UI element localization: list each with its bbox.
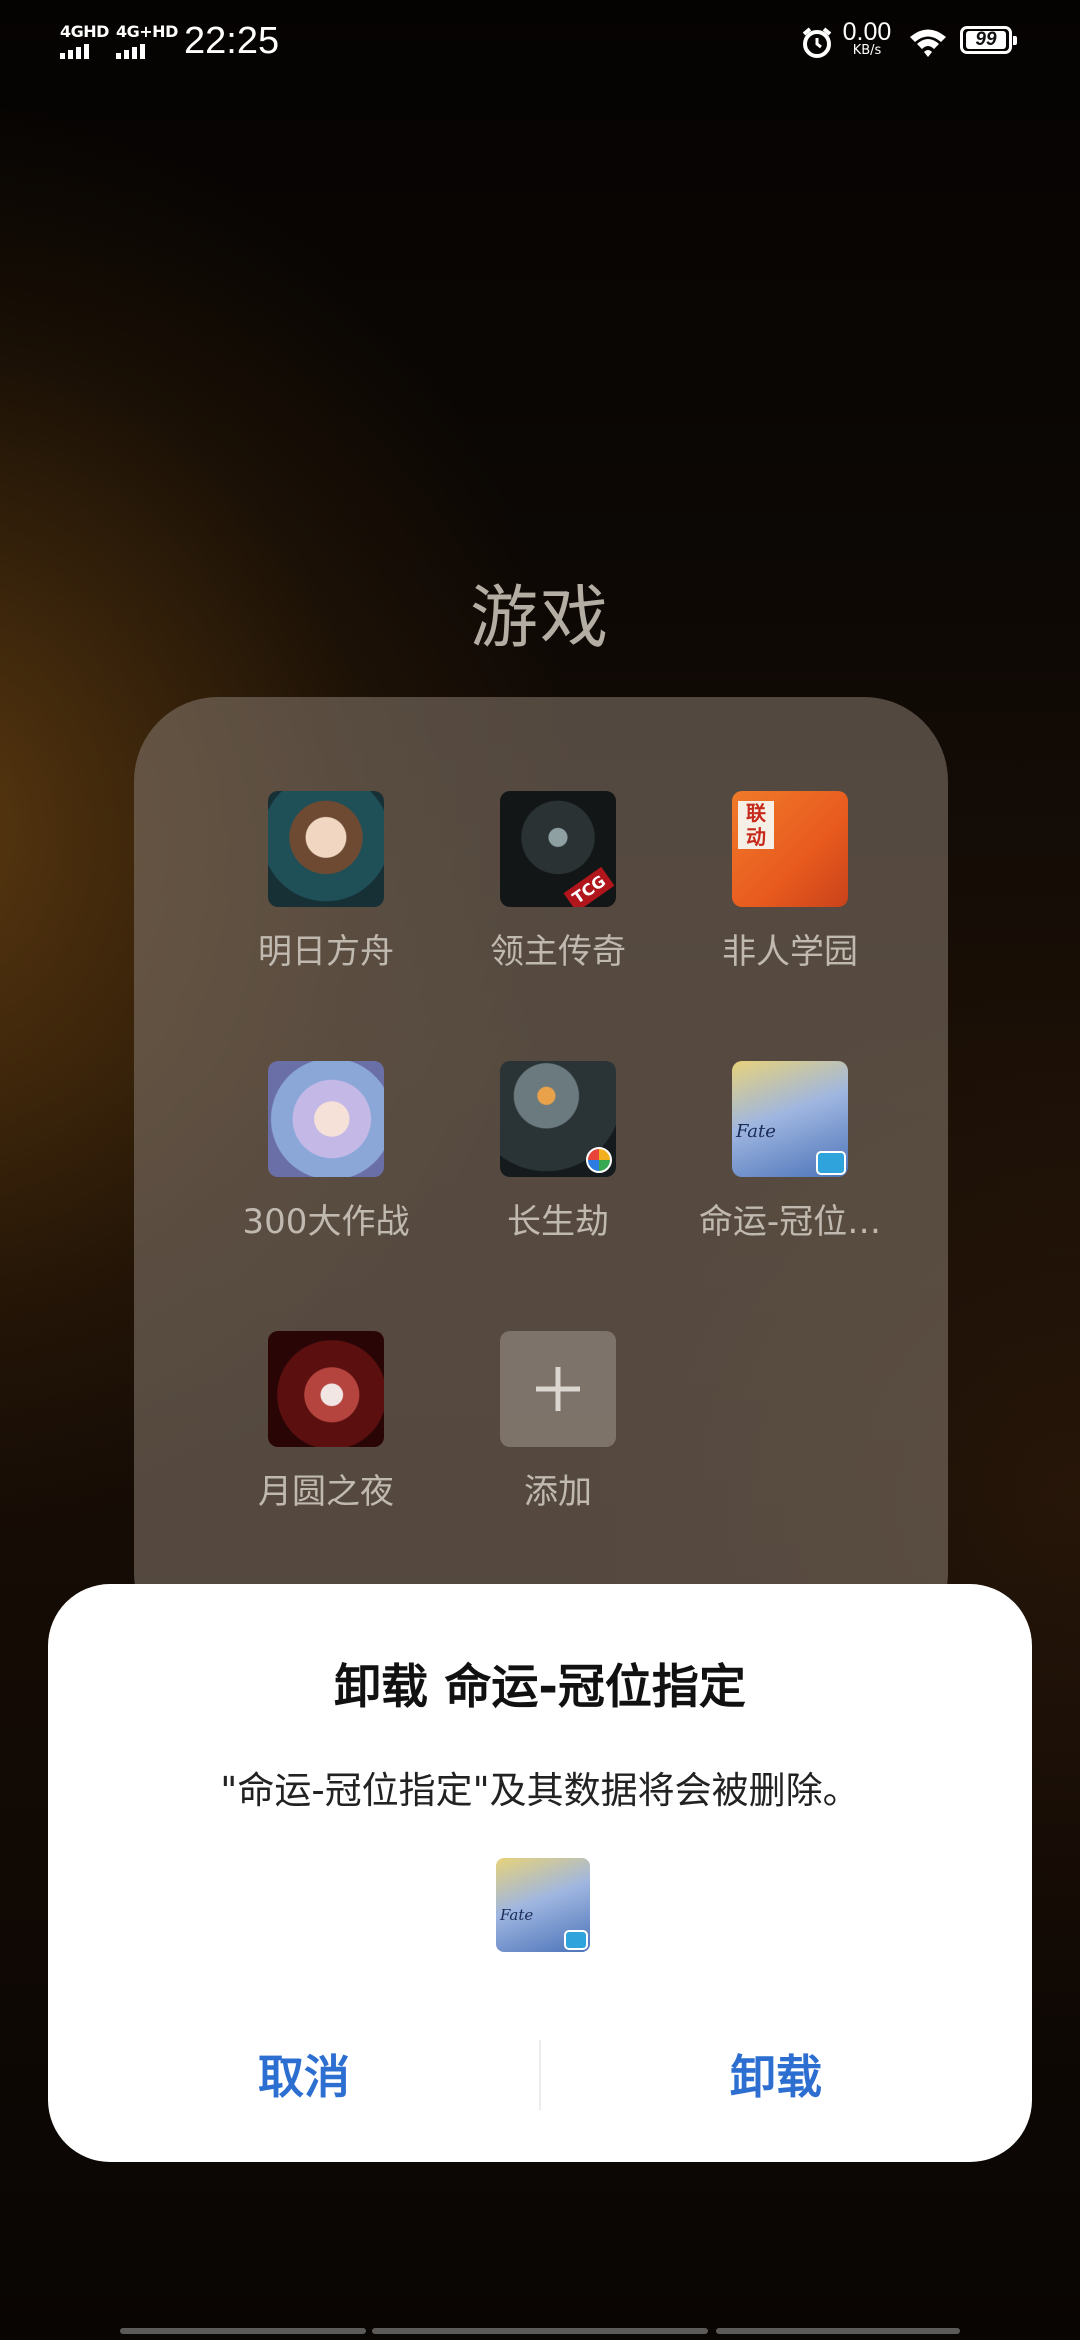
dialog-message: "命运-冠位指定"及其数据将会被删除。 <box>220 1769 860 1812</box>
home-screen: 4GHD 4G+HD 22:25 0.00 KB/s 99 游戏 明日方舟 TC… <box>0 0 1080 2340</box>
battery-icon: 99 <box>960 26 1017 54</box>
store-badge-icon <box>586 1147 612 1173</box>
app-folder: 明日方舟 TCG 领主传奇 联 动 非人学园 300大作战 长生劫 Fate 命… <box>134 697 948 1657</box>
folder-title[interactable]: 游戏 <box>0 562 1080 661</box>
dialog-title: 卸载 命运-冠位指定 <box>334 1660 746 1715</box>
button-divider <box>539 2040 541 2110</box>
battery-level: 99 <box>966 29 1006 50</box>
app-label: 长生劫 <box>507 1202 609 1242</box>
nav-indicator[interactable] <box>716 2328 960 2334</box>
wifi-icon <box>910 29 946 57</box>
app-full-moon-night[interactable]: 月圆之夜 <box>210 1331 442 1531</box>
nav-indicator[interactable] <box>372 2328 708 2334</box>
changshengjie-icon <box>500 1061 616 1177</box>
bilibili-badge-icon <box>816 1151 846 1175</box>
app-lord-legend[interactable]: TCG 领主传奇 <box>442 791 674 991</box>
sim2-network-type: 4G+HD <box>116 22 178 41</box>
network-speed: 0.00 KB/s <box>838 18 896 58</box>
nav-indicator[interactable] <box>120 2328 366 2334</box>
uninstall-dialog: 卸载 命运-冠位指定 "命运-冠位指定"及其数据将会被删除。 Fate 取消 卸… <box>48 1584 1032 2162</box>
uninstall-button[interactable]: 卸载 <box>556 2024 996 2124</box>
lord-legend-icon: TCG <box>500 791 616 907</box>
fate-logo-text: Fate <box>736 1121 776 1142</box>
app-feiren-academy[interactable]: 联 动 非人学园 <box>674 791 906 991</box>
network-speed-value: 0.00 <box>842 18 892 46</box>
300-battle-icon <box>268 1061 384 1177</box>
app-changshengjie[interactable]: 长生劫 <box>442 1061 674 1261</box>
fate-logo-text: Fate <box>500 1906 534 1924</box>
fate-grand-order-icon: Fate <box>732 1061 848 1177</box>
app-300-battle[interactable]: 300大作战 <box>210 1061 442 1261</box>
sim1-signal: 4GHD <box>60 24 109 59</box>
app-label: 明日方舟 <box>258 932 394 972</box>
add-app-button[interactable]: 添加 <box>442 1331 674 1531</box>
app-label: 非人学园 <box>722 932 858 972</box>
add-icon <box>500 1331 616 1447</box>
app-arknights[interactable]: 明日方舟 <box>210 791 442 991</box>
app-fate-grand-order[interactable]: Fate 命运-冠位… <box>674 1061 906 1261</box>
fate-grand-order-icon: Fate <box>496 1858 590 1952</box>
feiren-academy-icon: 联 动 <box>732 791 848 907</box>
clock: 22:25 <box>184 20 280 62</box>
signal-bars-icon <box>116 43 178 59</box>
app-label: 月圆之夜 <box>258 1472 394 1512</box>
app-label: 领主传奇 <box>490 932 626 972</box>
app-label: 命运-冠位… <box>698 1202 882 1242</box>
tcg-badge: TCG <box>563 866 615 907</box>
cancel-button[interactable]: 取消 <box>84 2024 524 2124</box>
app-label: 300大作战 <box>242 1202 410 1242</box>
bilibili-badge-icon <box>564 1930 588 1950</box>
alarm-icon <box>802 27 832 58</box>
sim2-signal: 4G+HD <box>116 24 178 59</box>
sim1-network-type: 4GHD <box>60 22 109 41</box>
arknights-icon <box>268 791 384 907</box>
navigation-bar <box>0 2328 1080 2336</box>
full-moon-night-icon <box>268 1331 384 1447</box>
collab-badge: 联 动 <box>738 801 774 849</box>
app-label: 添加 <box>524 1472 592 1512</box>
signal-bars-icon <box>60 43 109 59</box>
status-bar: 4GHD 4G+HD 22:25 0.00 KB/s 99 <box>0 0 1080 90</box>
